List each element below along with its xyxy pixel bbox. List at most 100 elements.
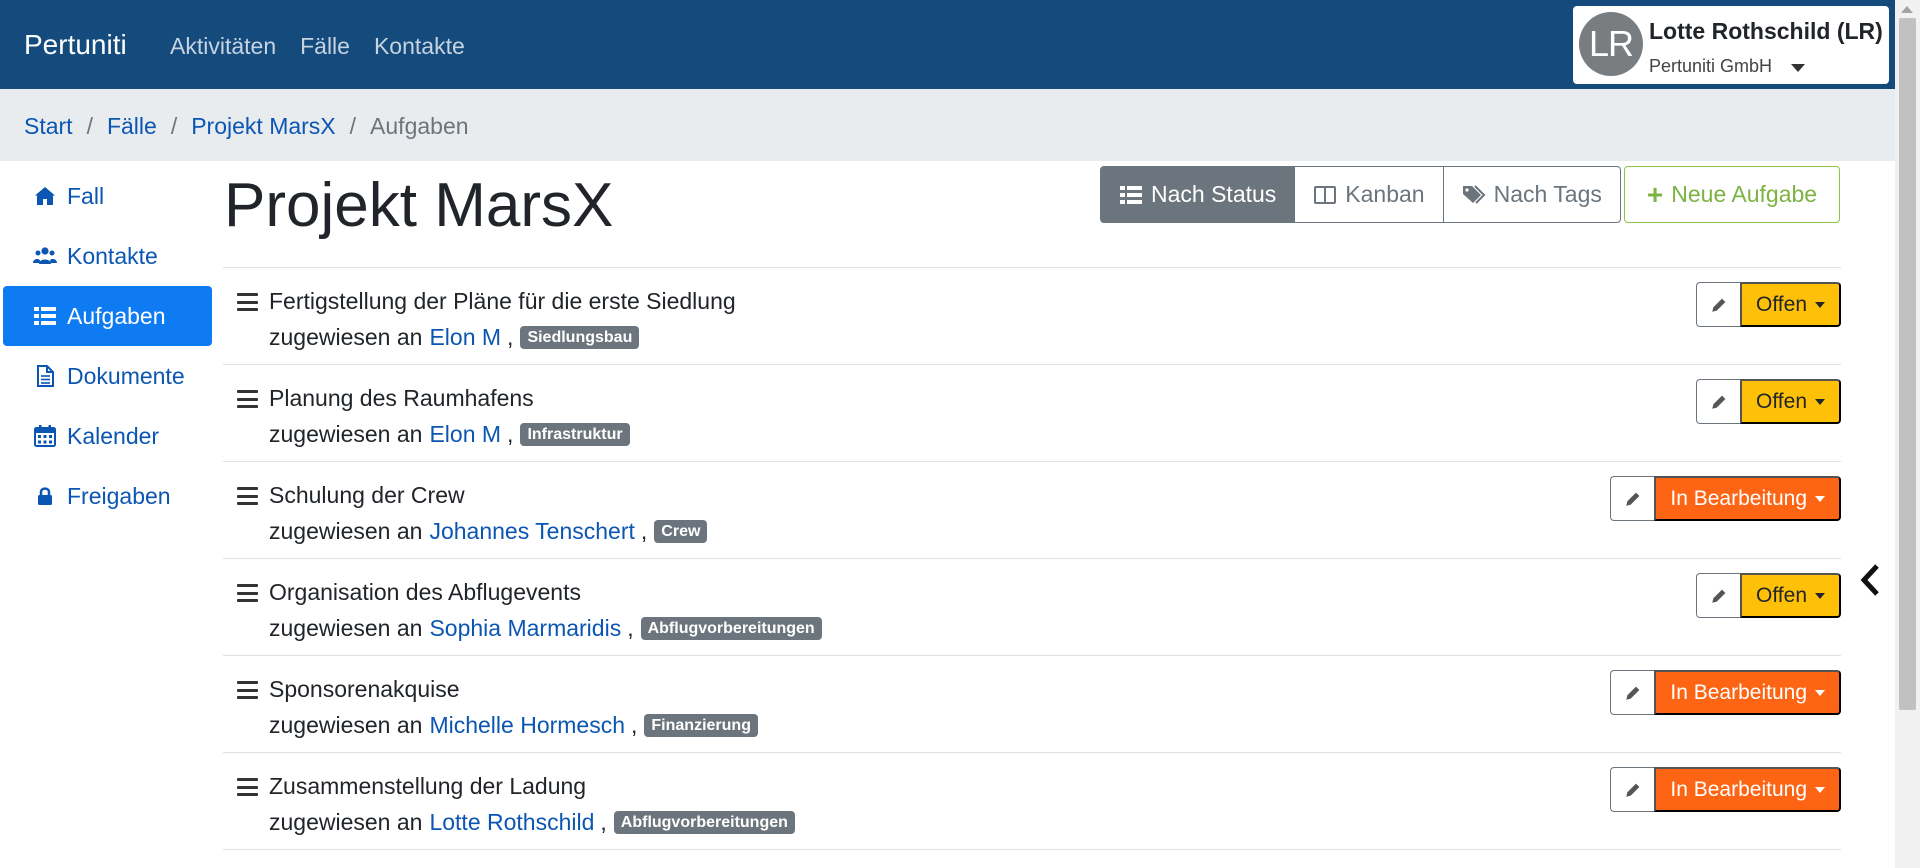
pencil-icon: [1711, 298, 1725, 312]
assignee-link[interactable]: Elon M: [429, 324, 501, 351]
drag-handle-icon[interactable]: [237, 778, 258, 796]
sidebar-item-aufgaben[interactable]: Aufgaben: [3, 286, 212, 346]
task-title[interactable]: Planung des Raumhafens: [269, 385, 534, 412]
status-label: In Bearbeitung: [1670, 486, 1807, 510]
plus-icon: +: [1646, 178, 1664, 210]
drag-handle-icon[interactable]: [237, 681, 258, 699]
sidebar-item-dokumente[interactable]: Dokumente: [3, 346, 212, 406]
edit-button[interactable]: [1610, 476, 1655, 521]
task-meta: zugewiesen an Elon M , Siedlungsbau: [269, 324, 640, 351]
status-dropdown[interactable]: Offen: [1740, 573, 1841, 618]
edit-button[interactable]: [1696, 573, 1741, 618]
list-icon: [34, 307, 56, 325]
status-dropdown[interactable]: Offen: [1740, 282, 1841, 327]
chevron-left-icon[interactable]: [1858, 562, 1882, 598]
breadcrumb-separator: /: [170, 113, 178, 139]
status-label: Offen: [1756, 292, 1807, 316]
task-meta: zugewiesen an Lotte Rothschild , Abflugv…: [269, 809, 795, 836]
sidebar-item-label: Dokumente: [67, 362, 185, 389]
task-row: Schulung der Crew zugewiesen an Johannes…: [223, 462, 1841, 559]
user-org: Pertuniti GmbH: [1649, 56, 1773, 76]
task-actions: Offen: [1696, 379, 1841, 424]
scrollbar[interactable]: [1895, 0, 1920, 868]
task-actions: In Bearbeitung: [1610, 670, 1841, 715]
task-row: Planung des Raumhafens zugewiesen an Elo…: [223, 365, 1841, 462]
users-icon: [33, 247, 57, 264]
pencil-icon: [1626, 492, 1640, 506]
task-tag[interactable]: Infrastruktur: [520, 422, 630, 447]
sidebar-item-kalender[interactable]: Kalender: [3, 406, 212, 466]
nav-link-aktivitaeten[interactable]: Aktivitäten: [170, 33, 276, 60]
task-tag[interactable]: Siedlungsbau: [520, 325, 640, 350]
user-menu[interactable]: LR Lotte Rothschild (LR) Pertuniti GmbH: [1573, 6, 1889, 84]
task-tag[interactable]: Finanzierung: [644, 713, 758, 738]
edit-button[interactable]: [1610, 767, 1655, 812]
brand-logo[interactable]: Pertuniti: [24, 29, 127, 61]
assignee-link[interactable]: Michelle Hormesch: [429, 712, 625, 739]
status-dropdown[interactable]: In Bearbeitung: [1654, 767, 1841, 812]
task-title[interactable]: Zusammenstellung der Ladung: [269, 773, 586, 800]
assignee-link[interactable]: Elon M: [429, 421, 501, 448]
scroll-up-icon[interactable]: [1901, 6, 1913, 13]
pencil-icon: [1626, 783, 1640, 797]
view-nach-tags-button[interactable]: Nach Tags: [1443, 166, 1621, 223]
assignee-link[interactable]: Johannes Tenschert: [429, 518, 634, 545]
breadcrumb-faelle[interactable]: Fälle: [107, 113, 157, 140]
scrollbar-thumb[interactable]: [1899, 18, 1916, 710]
drag-handle-icon[interactable]: [237, 487, 258, 505]
task-actions: In Bearbeitung: [1610, 767, 1841, 812]
view-nach-status-button[interactable]: Nach Status: [1100, 166, 1296, 223]
top-nav: Aktivitäten Fälle Kontakte: [170, 33, 465, 60]
caret-down-icon[interactable]: [1791, 64, 1805, 72]
task-row: Organisation des Abflugevents zugewiesen…: [223, 559, 1841, 656]
task-title[interactable]: Sponsorenakquise: [269, 676, 460, 703]
edit-button[interactable]: [1610, 670, 1655, 715]
status-dropdown[interactable]: In Bearbeitung: [1654, 476, 1841, 521]
status-dropdown[interactable]: Offen: [1740, 379, 1841, 424]
status-dropdown[interactable]: In Bearbeitung: [1654, 670, 1841, 715]
task-row: Zusammenstellung der Ladung zugewiesen a…: [223, 753, 1841, 850]
top-navbar: Pertuniti Aktivitäten Fälle Kontakte LR …: [0, 0, 1895, 89]
task-title[interactable]: Schulung der Crew: [269, 482, 465, 509]
drag-handle-icon[interactable]: [237, 293, 258, 311]
new-task-label: Neue Aufgabe: [1671, 181, 1818, 207]
task-tag[interactable]: Abflugvorbereitungen: [613, 810, 795, 835]
caret-down-icon: [1815, 689, 1825, 696]
page-title: Projekt MarsX: [224, 171, 614, 240]
breadcrumb-start[interactable]: Start: [24, 113, 73, 140]
status-label: Offen: [1756, 583, 1807, 607]
caret-down-icon: [1815, 786, 1825, 793]
assigned-label: zugewiesen an: [269, 712, 423, 738]
breadcrumb-projekt[interactable]: Projekt MarsX: [191, 113, 335, 140]
drag-handle-icon[interactable]: [237, 584, 258, 602]
edit-button[interactable]: [1696, 379, 1741, 424]
assigned-label: zugewiesen an: [269, 809, 423, 835]
sidebar-item-fall[interactable]: Fall: [3, 166, 212, 226]
nav-link-faelle[interactable]: Fälle: [300, 33, 350, 60]
task-meta: zugewiesen an Sophia Marmaridis , Abflug…: [269, 615, 822, 642]
task-title[interactable]: Organisation des Abflugevents: [269, 579, 581, 606]
caret-down-icon: [1815, 398, 1825, 405]
view-kanban-button[interactable]: Kanban: [1295, 166, 1444, 223]
task-tag[interactable]: Abflugvorbereitungen: [640, 616, 822, 641]
nav-link-kontakte[interactable]: Kontakte: [374, 33, 465, 60]
edit-button[interactable]: [1696, 282, 1741, 327]
new-task-button[interactable]: + Neue Aufgabe: [1624, 166, 1840, 223]
assignee-link[interactable]: Lotte Rothschild: [429, 809, 594, 836]
task-tag[interactable]: Crew: [654, 519, 708, 544]
view-label: Nach Tags: [1493, 181, 1602, 207]
task-meta: zugewiesen an Michelle Hormesch , Finanz…: [269, 712, 758, 739]
drag-handle-icon[interactable]: [237, 390, 258, 408]
pencil-icon: [1711, 395, 1725, 409]
sidebar-item-label: Kontakte: [67, 242, 158, 269]
lock-icon: [38, 487, 52, 505]
sidebar-item-kontakte[interactable]: Kontakte: [3, 226, 212, 286]
task-actions: Offen: [1696, 573, 1841, 618]
tags-icon: [1462, 184, 1486, 204]
sidebar-item-freigaben[interactable]: Freigaben: [3, 466, 212, 526]
task-list: Fertigstellung der Pläne für die erste S…: [223, 267, 1841, 850]
task-actions: Offen: [1696, 282, 1841, 327]
task-title[interactable]: Fertigstellung der Pläne für die erste S…: [269, 288, 736, 315]
status-label: Offen: [1756, 389, 1807, 413]
assignee-link[interactable]: Sophia Marmaridis: [429, 615, 621, 642]
